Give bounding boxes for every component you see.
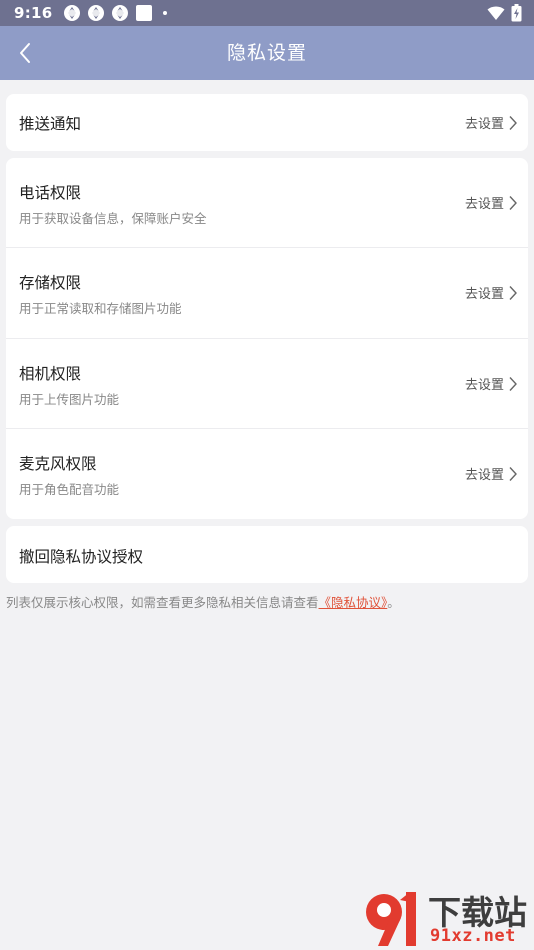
permission-row-microphone[interactable]: 麦克风权限 用于角色配音功能 去设置 [6,429,528,519]
go-settings-label: 去设置 [464,378,504,393]
row-title: 麦克风权限 [19,455,97,473]
notification-icons [63,4,153,22]
chevron-right-icon [509,466,517,481]
footer-note: 列表仅展示核心权限，如需查看更多隐私相关信息请查看《隐私协议》。 [6,592,400,611]
revoke-card: 撤回隐私协议授权 [6,526,528,583]
footer-note-end: 。 [387,595,400,610]
permission-row-phone[interactable]: 电话权限 用于获取设备信息，保障账户安全 去设置 [6,158,528,248]
permission-row-storage[interactable]: 存储权限 用于正常读取和存储图片功能 去设置 [6,248,528,339]
go-settings-button[interactable]: 去设置 [465,374,518,393]
go-settings-label: 去设置 [464,117,504,132]
status-bar: 9:16 [0,0,534,26]
row-subtitle: 用于角色配音功能 [19,482,120,497]
wifi-icon [487,6,505,20]
row-title: 相机权限 [19,365,82,383]
push-notification-row[interactable]: 推送通知 去设置 [6,94,528,151]
row-title: 撤回隐私协议授权 [19,548,144,566]
app-notification-icon [63,5,80,21]
chevron-right-icon [509,195,517,210]
watermark: 下载站 91xz.net [362,886,534,950]
footer-note-text: 列表仅展示核心权限，如需查看更多隐私相关信息请查看 [6,595,319,610]
push-notification-card: 推送通知 去设置 [6,94,528,151]
watermark-text-url: 91xz.net [430,926,516,946]
permissions-card: 电话权限 用于获取设备信息，保障账户安全 去设置 存储权限 用于正常读取和存储图… [6,158,528,519]
row-title: 推送通知 [19,115,82,133]
chevron-right-icon [509,115,517,130]
privacy-policy-link[interactable]: 《隐私协议》 [319,595,388,610]
permission-row-camera[interactable]: 相机权限 用于上传图片功能 去设置 [6,339,528,429]
go-settings-label: 去设置 [464,287,504,302]
go-settings-button[interactable]: 去设置 [465,283,518,302]
dot-icon [162,11,167,15]
row-subtitle: 用于上传图片功能 [19,392,120,407]
app-notification-icon [87,5,104,21]
go-settings-button[interactable]: 去设置 [465,113,518,132]
revoke-privacy-row[interactable]: 撤回隐私协议授权 [6,526,528,583]
system-icons [487,4,522,22]
battery-charging-icon [511,4,522,22]
row-subtitle: 用于获取设备信息，保障账户安全 [19,211,207,226]
page-title: 隐私设置 [226,42,307,64]
watermark-logo-icon [366,892,416,946]
header-bar: 隐私设置 [0,26,534,80]
go-settings-button[interactable]: 去设置 [465,464,518,483]
row-title: 电话权限 [19,184,82,202]
square-notification-icon [135,5,152,21]
row-subtitle: 用于正常读取和存储图片功能 [19,301,182,316]
status-time: 9:16 [14,4,53,22]
app-notification-icon [111,5,128,21]
chevron-right-icon [509,285,517,300]
go-settings-label: 去设置 [464,468,504,483]
chevron-right-icon [509,376,517,391]
go-settings-button[interactable]: 去设置 [465,193,518,212]
go-settings-label: 去设置 [464,197,504,212]
row-title: 存储权限 [19,274,82,292]
